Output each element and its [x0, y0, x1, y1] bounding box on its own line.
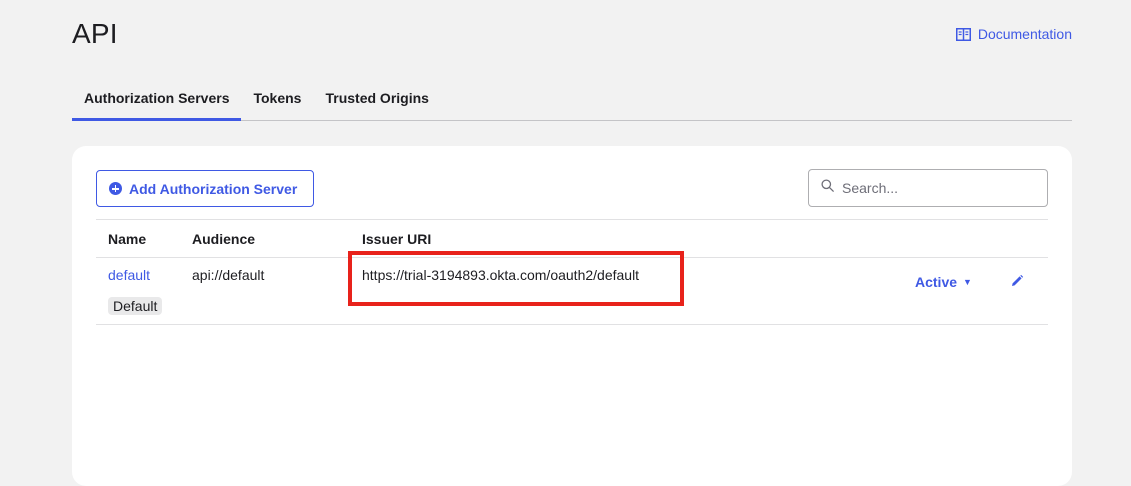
column-header-issuer-uri: Issuer URI	[362, 231, 432, 247]
table-row: default Default api://default https://tr…	[96, 251, 1048, 325]
status-label: Active	[915, 274, 958, 290]
authorization-servers-table: Name Audience Issuer URI default Default…	[96, 219, 1048, 325]
add-authorization-server-button[interactable]: Add Authorization Server	[96, 170, 314, 207]
tab-authorization-servers[interactable]: Authorization Servers	[72, 80, 242, 121]
pencil-icon[interactable]	[1010, 274, 1024, 288]
status-dropdown[interactable]: Active ▼	[915, 274, 972, 290]
search-input[interactable]	[842, 180, 1032, 196]
default-badge: Default	[108, 297, 163, 315]
audience-cell: api://default	[192, 267, 265, 283]
tab-trusted-origins[interactable]: Trusted Origins	[313, 80, 440, 120]
caret-down-icon: ▼	[963, 277, 972, 287]
book-icon	[955, 27, 971, 41]
add-button-label: Add Authorization Server	[129, 180, 298, 197]
documentation-link[interactable]: Documentation	[955, 26, 1072, 42]
tab-bar: Authorization Servers Tokens Trusted Ori…	[72, 80, 1072, 121]
plus-circle-icon	[109, 182, 122, 195]
server-name-link[interactable]: default	[108, 267, 150, 283]
tab-tokens[interactable]: Tokens	[241, 80, 313, 120]
highlight-annotation	[348, 251, 684, 306]
search-icon	[821, 179, 834, 197]
search-field	[808, 169, 1048, 207]
authorization-servers-panel: Add Authorization Server Name Audience I…	[72, 146, 1072, 486]
column-header-audience: Audience	[192, 231, 256, 247]
documentation-label: Documentation	[977, 26, 1072, 42]
page-title: API	[72, 18, 118, 49]
column-header-name: Name	[108, 231, 147, 247]
